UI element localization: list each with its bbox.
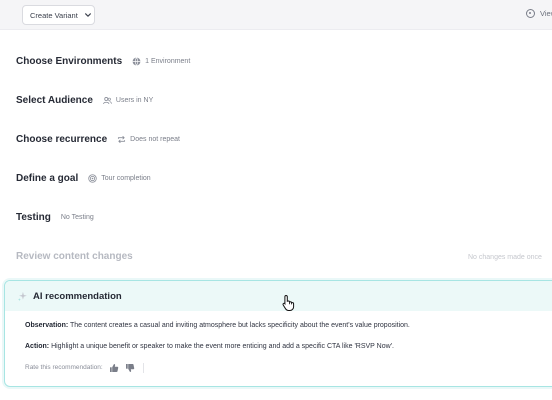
target-icon (88, 174, 97, 183)
section-meta-text: Users in NY (115, 97, 154, 104)
section-choose-environments[interactable]: Choose Environments 1 Environment (16, 56, 190, 67)
section-title: Choose Environments (16, 56, 123, 67)
section-meta: Does not repeat (117, 135, 180, 144)
review-status-text: No changes made once (468, 254, 542, 261)
divider (142, 362, 144, 373)
section-meta-text: No Testing (60, 214, 94, 221)
section-meta: 1 Environment (132, 57, 190, 66)
ai-recommendation-title: AI recommendation (33, 290, 122, 302)
top-bar: Create Variant View (0, 0, 552, 30)
observation-line: Observation: The content creates a casua… (25, 321, 552, 331)
ai-recommendation-card: AI recommendation Observation: The conte… (4, 280, 552, 387)
observation-label: Observation: (25, 322, 69, 329)
observation-text: The content creates a casual and invitin… (70, 322, 410, 329)
section-define-goal[interactable]: Define a goal Tour completion (16, 173, 151, 184)
section-meta: Tour completion (88, 174, 151, 183)
create-variant-label: Create Variant (30, 10, 78, 20)
section-meta: Users in NY (103, 96, 153, 105)
repeat-icon (118, 136, 126, 143)
section-title: Testing (16, 212, 51, 223)
section-choose-recurrence[interactable]: Choose recurrence Does not repeat (16, 134, 180, 145)
chevron-down-icon (84, 13, 91, 17)
section-title: Select Audience (16, 95, 93, 106)
section-meta: No Testing (61, 214, 94, 221)
section-meta-text: 1 Environment (145, 58, 191, 65)
sparkle-icon (17, 291, 27, 301)
rate-recommendation: Rate this recommendation: (25, 362, 552, 373)
section-select-audience[interactable]: Select Audience Users in NY (16, 95, 153, 106)
thumbs-down-icon[interactable] (125, 363, 135, 373)
section-review-content-changes: Review content changes (16, 251, 133, 262)
globe-icon (132, 57, 141, 66)
ai-recommendation-body: Observation: The content creates a casua… (5, 311, 552, 373)
create-variant-dropdown[interactable]: Create Variant (22, 5, 95, 25)
section-title: Choose recurrence (16, 134, 108, 145)
section-title: Define a goal (16, 173, 79, 184)
ai-recommendation-header: AI recommendation (5, 281, 552, 311)
view-link[interactable]: View (526, 9, 552, 18)
action-label: Action: (25, 342, 50, 350)
view-label: View (540, 9, 552, 18)
section-meta-text: Does not repeat (130, 136, 180, 143)
rate-label: Rate this recommendation: (25, 364, 103, 372)
users-icon (103, 97, 112, 105)
section-testing[interactable]: Testing No Testing (16, 212, 94, 223)
section-meta-text: Tour completion (101, 175, 151, 182)
hand-cursor-icon (282, 294, 295, 311)
action-text: Highlight a unique benefit or speaker to… (51, 342, 394, 350)
action-line: Action: Highlight a unique benefit or sp… (25, 342, 552, 352)
eye-icon (526, 9, 535, 18)
section-title: Review content changes (16, 251, 133, 262)
thumbs-up-icon[interactable] (109, 363, 119, 373)
